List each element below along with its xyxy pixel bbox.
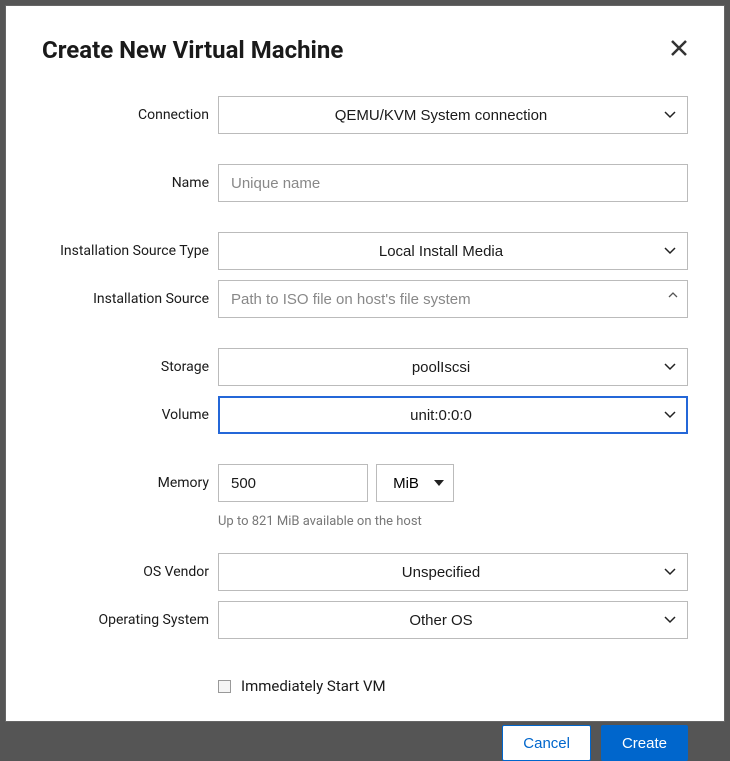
row-volume: Volume unit:0:0:0 xyxy=(42,396,688,434)
label-volume: Volume xyxy=(42,407,218,423)
create-button[interactable]: Create xyxy=(601,725,688,761)
modal-header: Create New Virtual Machine xyxy=(42,36,688,64)
label-os: Operating System xyxy=(42,612,218,628)
row-memory: Memory MiB xyxy=(42,464,688,502)
os-vendor-select[interactable]: Unspecified xyxy=(218,553,688,591)
create-vm-modal: Create New Virtual Machine Connection QE… xyxy=(5,5,725,722)
start-vm-checkbox[interactable] xyxy=(218,680,231,693)
row-install-source: Installation Source xyxy=(42,280,688,318)
storage-select[interactable]: poolIscsi xyxy=(218,348,688,386)
install-type-select[interactable]: Local Install Media xyxy=(218,232,688,270)
install-source-input[interactable] xyxy=(218,280,688,318)
label-install-source: Installation Source xyxy=(42,291,218,307)
label-name: Name xyxy=(42,175,218,191)
close-icon xyxy=(670,37,688,62)
row-start-vm: Immediately Start VM xyxy=(42,677,688,695)
row-os: Operating System Other OS xyxy=(42,601,688,639)
name-input[interactable] xyxy=(218,164,688,202)
row-name: Name xyxy=(42,164,688,202)
volume-select[interactable]: unit:0:0:0 xyxy=(218,396,688,434)
start-vm-label: Immediately Start VM xyxy=(241,677,386,695)
modal-title: Create New Virtual Machine xyxy=(42,36,343,64)
os-select[interactable]: Other OS xyxy=(218,601,688,639)
label-storage: Storage xyxy=(42,359,218,375)
memory-unit-select[interactable]: MiB xyxy=(376,464,454,502)
row-install-type: Installation Source Type Local Install M… xyxy=(42,232,688,270)
cancel-button[interactable]: Cancel xyxy=(502,725,591,761)
row-storage: Storage poolIscsi xyxy=(42,348,688,386)
row-connection: Connection QEMU/KVM System connection xyxy=(42,96,688,134)
row-memory-helper: Up to 821 MiB available on the host xyxy=(42,508,688,529)
label-install-type: Installation Source Type xyxy=(42,243,218,259)
connection-select[interactable]: QEMU/KVM System connection xyxy=(218,96,688,134)
label-connection: Connection xyxy=(42,107,218,123)
memory-input[interactable] xyxy=(218,464,368,502)
label-memory: Memory xyxy=(42,475,218,491)
memory-helper-text: Up to 821 MiB available on the host xyxy=(218,514,422,529)
row-os-vendor: OS Vendor Unspecified xyxy=(42,553,688,591)
close-button[interactable] xyxy=(670,39,688,61)
label-os-vendor: OS Vendor xyxy=(42,564,218,580)
modal-footer: Cancel Create xyxy=(42,725,688,761)
